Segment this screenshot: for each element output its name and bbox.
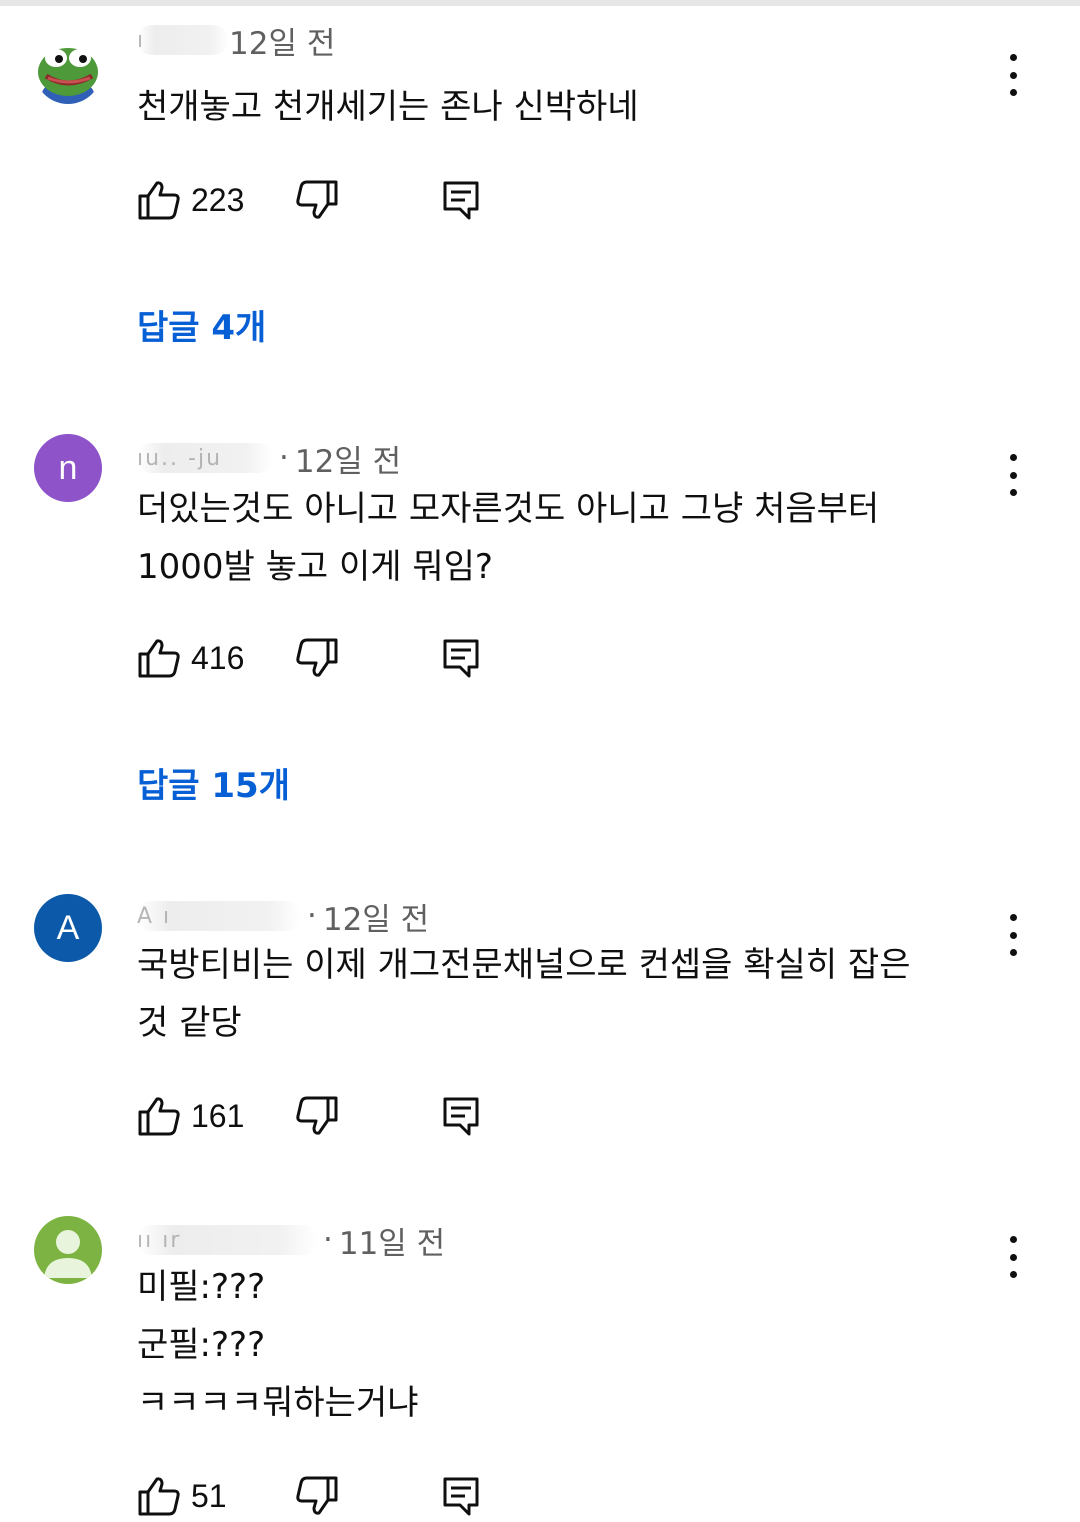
comment-line: 더있는것도 아니고 모자른것도 아니고 그냥 처음부터 [137, 489, 880, 529]
dislike-button[interactable] [295, 178, 339, 226]
avatar[interactable]: n [34, 434, 102, 502]
comment-meta: A ı · 12일 전 [137, 896, 430, 938]
comment-line: 1000발 놓고 이게 뭐임? [137, 547, 493, 587]
like-button[interactable]: 161 [137, 1094, 281, 1138]
comment-meta: ıı ır · 11일 전 [137, 1220, 446, 1262]
author-handle[interactable]: ıı ır [137, 1225, 317, 1255]
more-vert-icon[interactable] [996, 1234, 1030, 1280]
comment-text: 국방티비는 이제 개그전문채널으로 컨셉을 확실히 잡은 것 같당 [137, 936, 910, 1052]
view-replies-link[interactable]: 답글 4개 [137, 300, 266, 349]
like-count: 161 [191, 1097, 245, 1134]
reply-button[interactable] [439, 636, 483, 684]
more-vert-icon[interactable] [996, 452, 1030, 498]
comment-actions: 51 [137, 1474, 479, 1518]
avatar-letter: A [56, 908, 80, 947]
comment-line: 천개놓고 천개세기는 존나 신박하네 [137, 87, 639, 127]
more-vert-icon[interactable] [996, 912, 1030, 958]
reply-button[interactable] [439, 1474, 483, 1522]
top-divider [0, 0, 1080, 6]
reply-icon [443, 1097, 479, 1136]
like-button[interactable]: 223 [137, 178, 281, 222]
avatar[interactable]: A [34, 894, 102, 962]
frog-avatar-icon [38, 48, 98, 104]
comment-meta: ıu.. -ju · 12일 전 [137, 438, 402, 480]
separator-dot: · [279, 440, 289, 476]
thumb-up-icon [138, 181, 180, 220]
view-replies-link[interactable]: 답글 15개 [137, 758, 290, 807]
comment-line: 것 같당 [137, 1003, 242, 1043]
reply-icon [443, 181, 479, 220]
dislike-button[interactable] [295, 1474, 339, 1522]
like-count: 51 [191, 1477, 227, 1514]
like-button[interactable]: 416 [137, 636, 281, 680]
comment-text: 더있는것도 아니고 모자른것도 아니고 그냥 처음부터 1000발 놓고 이게 … [137, 480, 879, 596]
dislike-button[interactable] [295, 636, 339, 684]
thumb-down-icon [296, 1096, 338, 1135]
thumb-down-icon [296, 1476, 338, 1515]
like-button[interactable]: 51 [137, 1474, 281, 1518]
thumb-down-icon [296, 638, 338, 677]
dislike-button[interactable] [295, 1094, 339, 1142]
comment-meta: ı 12일 전 [137, 20, 336, 62]
reply-icon [443, 639, 479, 678]
reply-icon [443, 1477, 479, 1516]
author-handle[interactable]: A ı [137, 901, 301, 931]
comment-actions: 223 [137, 178, 479, 222]
comment-line: ㅋㅋㅋㅋ뭐하는거냐 [137, 1383, 419, 1423]
separator-dot: · [307, 898, 317, 934]
avatar[interactable] [34, 36, 102, 104]
comment-time: 12일 전 [322, 901, 430, 938]
comment-time: 11일 전 [338, 1225, 446, 1262]
comment-actions: 416 [137, 636, 479, 680]
comment-line: 군필:??? [137, 1325, 266, 1365]
like-count: 416 [191, 639, 245, 676]
thumb-up-icon [138, 1097, 180, 1136]
comment-line: 미필:??? [137, 1267, 266, 1307]
comment-actions: 161 [137, 1094, 479, 1138]
author-handle[interactable]: ıu.. -ju [137, 443, 273, 473]
comment-line: 국방티비는 이제 개그전문채널으로 컨셉을 확실히 잡은 [137, 945, 911, 985]
comment-text: 천개놓고 천개세기는 존나 신박하네 [137, 78, 639, 136]
comment-time: 12일 전 [294, 443, 402, 480]
reply-button[interactable] [439, 1094, 483, 1142]
separator-dot: · [323, 1222, 333, 1258]
avatar[interactable] [34, 1216, 102, 1284]
more-vert-icon[interactable] [996, 52, 1030, 98]
default-person-icon [44, 1230, 92, 1278]
thumb-down-icon [296, 180, 338, 219]
author-handle[interactable]: ı [137, 25, 229, 55]
avatar-letter: n [58, 448, 78, 487]
comment-time: 12일 전 [229, 25, 336, 62]
thumb-up-icon [138, 639, 180, 678]
thumb-up-icon [138, 1477, 180, 1516]
like-count: 223 [191, 181, 245, 218]
reply-button[interactable] [439, 178, 483, 226]
comment-text: 미필:??? 군필:??? ㅋㅋㅋㅋ뭐하는거냐 [137, 1258, 419, 1432]
